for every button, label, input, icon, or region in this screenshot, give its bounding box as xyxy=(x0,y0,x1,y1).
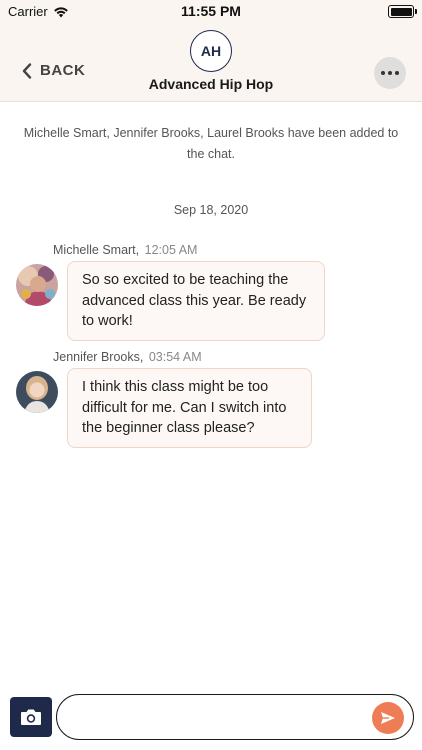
message-sender-line: Michelle Smart, 12:05 AM xyxy=(53,243,197,257)
system-message: Michelle Smart, Jennifer Brooks, Laurel … xyxy=(23,126,399,161)
message-timestamp: 12:05 AM xyxy=(144,243,198,257)
message-sender-line: Jennifer Brooks, 03:54 AM xyxy=(53,350,202,364)
more-dot-icon xyxy=(388,71,392,75)
status-time: 11:55 PM xyxy=(181,3,241,19)
sender-name: Jennifer Brooks, xyxy=(53,350,144,364)
camera-icon xyxy=(21,709,41,725)
date-divider: Sep 18, 2020 xyxy=(173,203,249,217)
sender-name: Michelle Smart, xyxy=(53,243,140,257)
user-photo-icon xyxy=(16,371,58,413)
send-button[interactable] xyxy=(372,702,404,734)
status-bar: Carrier 11:55 PM xyxy=(0,0,422,24)
more-dot-icon xyxy=(395,71,399,75)
avatar[interactable] xyxy=(16,371,58,413)
user-photo-icon xyxy=(16,264,58,306)
more-options-button[interactable] xyxy=(374,57,406,89)
group-avatar: AH xyxy=(190,30,232,72)
message-timestamp: 03:54 AM xyxy=(148,350,202,364)
more-dot-icon xyxy=(381,71,385,75)
message-input[interactable] xyxy=(56,694,414,740)
group-avatar-initials: AH xyxy=(200,43,222,59)
send-icon xyxy=(381,712,395,724)
battery-icon xyxy=(388,5,417,18)
chat-title: Advanced Hip Hop xyxy=(148,76,274,92)
message-bubble[interactable]: I think this class might be too difficul… xyxy=(67,368,312,448)
chat-header: BACK AH Advanced Hip Hop xyxy=(0,24,422,102)
message-bubble[interactable]: So so excited to be teaching the advance… xyxy=(67,261,325,341)
avatar[interactable] xyxy=(16,264,58,306)
camera-button[interactable] xyxy=(10,697,52,737)
